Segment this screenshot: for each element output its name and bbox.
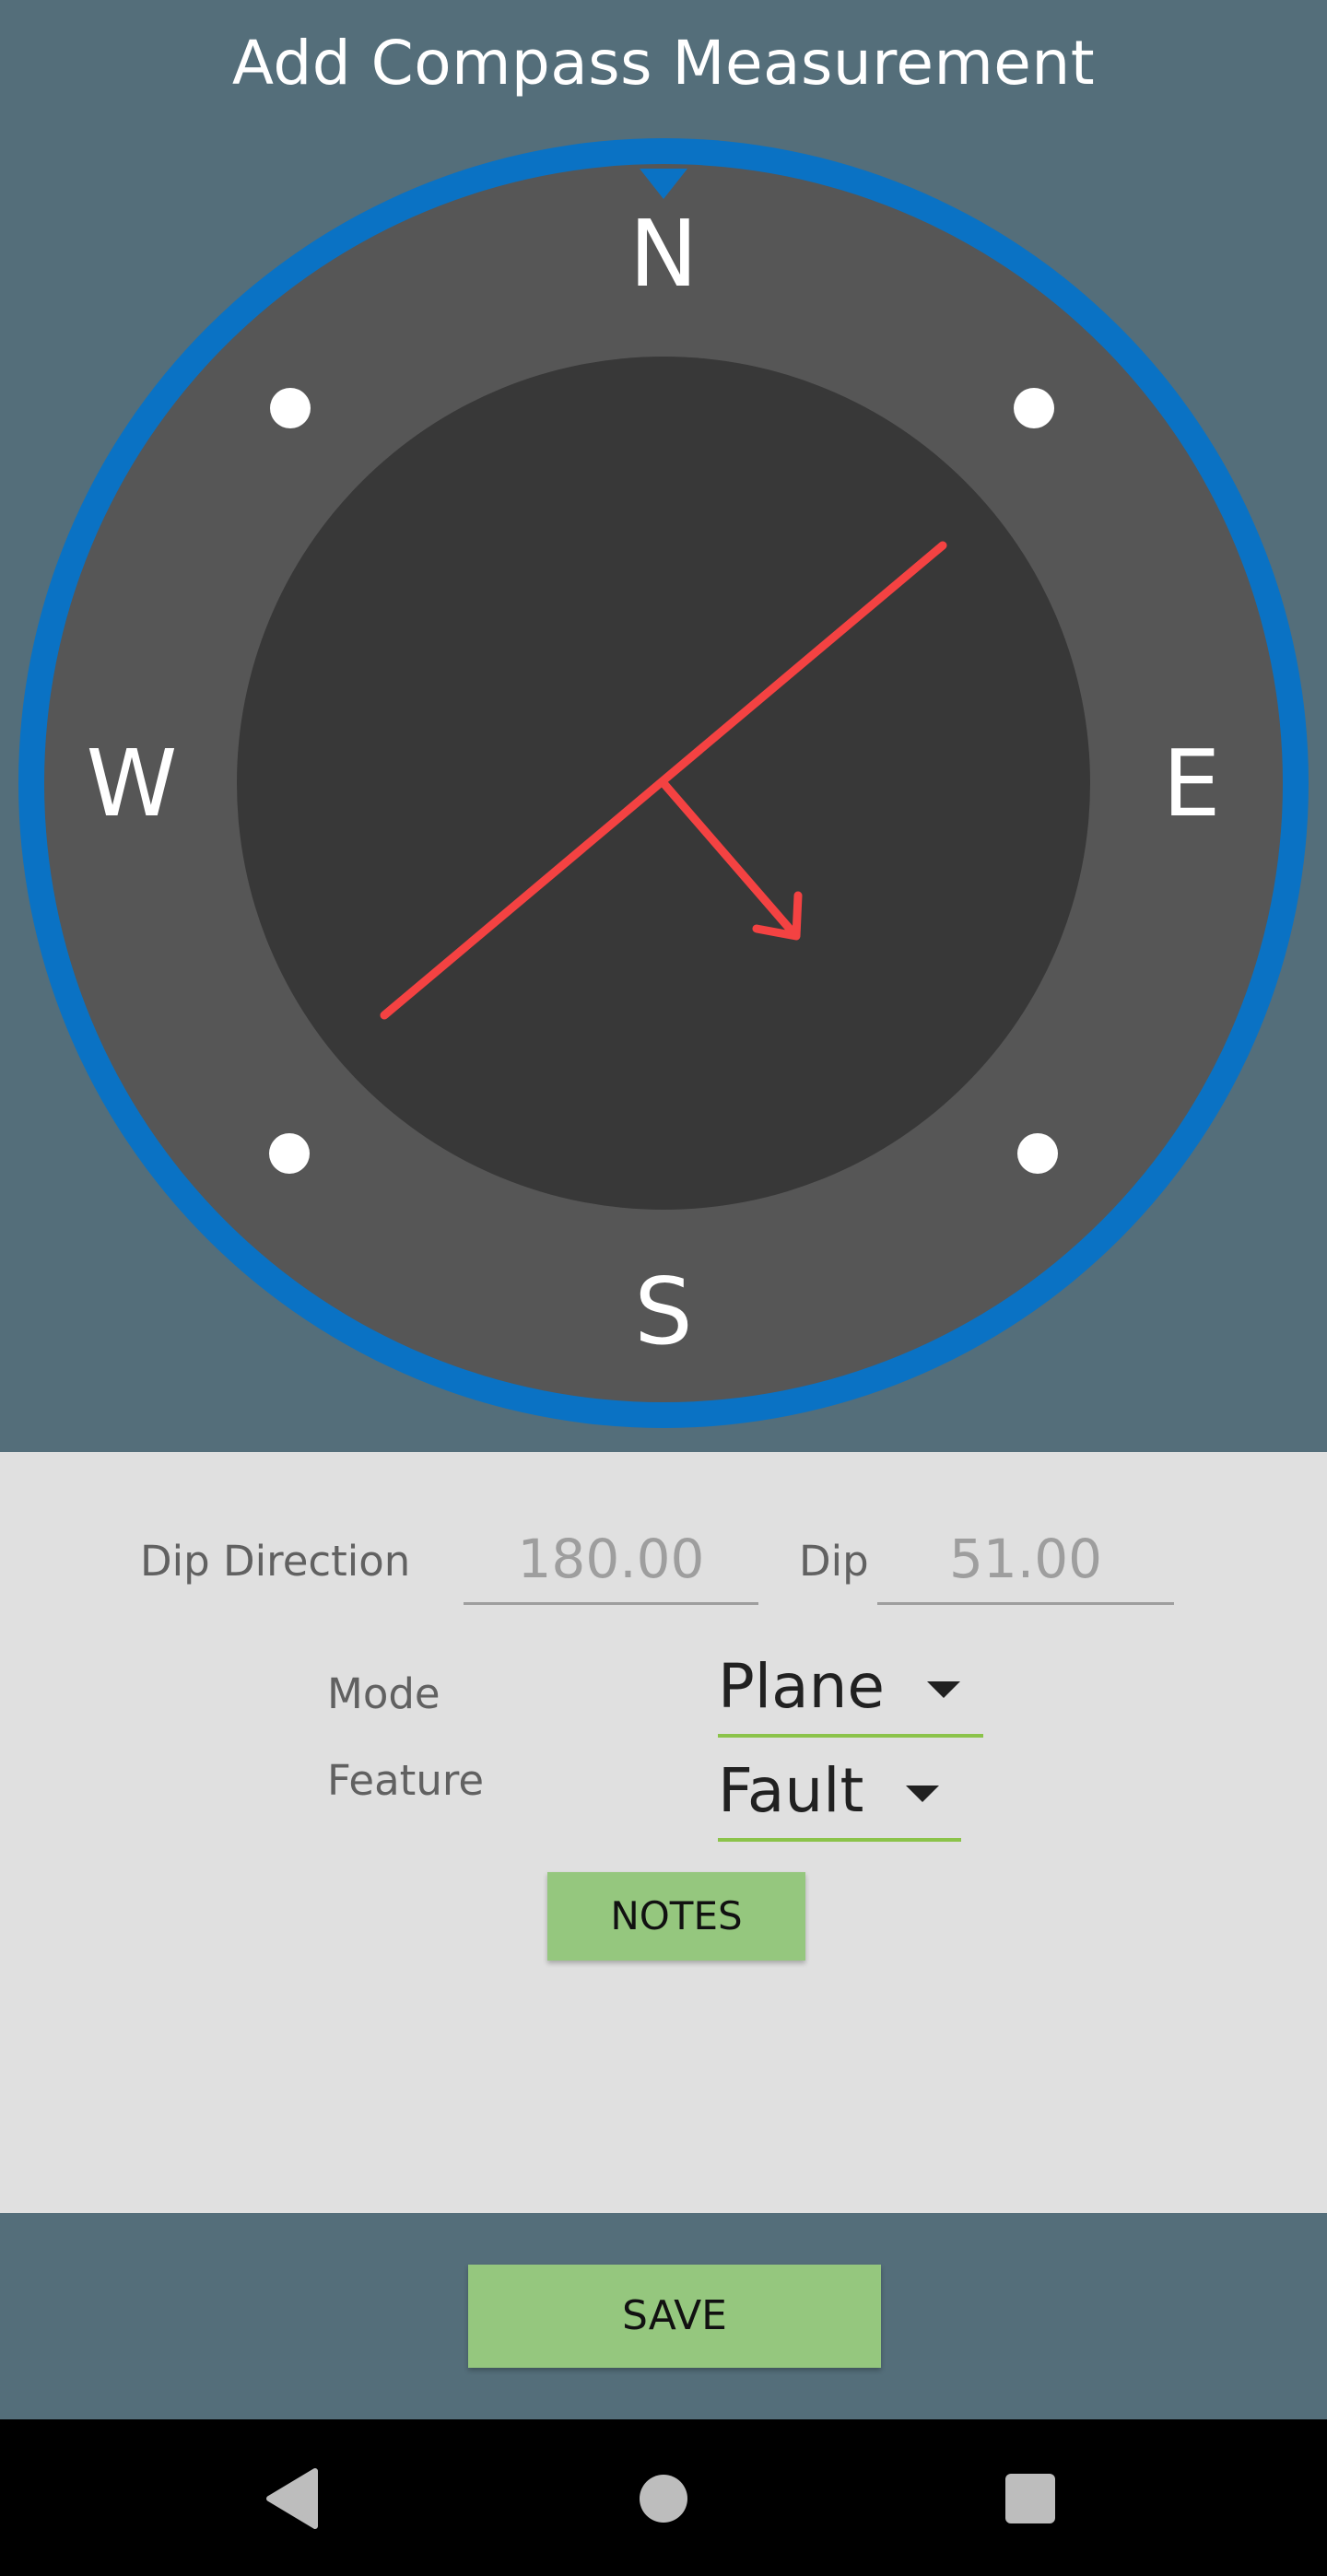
save-button[interactable]: SAVE [468,2265,881,2368]
east-label: E [1162,730,1220,837]
feature-dropdown[interactable]: Fault [718,1750,961,1842]
recents-square-icon[interactable] [993,2462,1067,2535]
dropdown-arrow-icon [927,1681,960,1698]
system-navigation-bar [0,2419,1327,2576]
dropdown-arrow-icon [906,1786,939,1802]
compass-area: N E S W Add Compass Measurement [0,0,1327,1452]
dip-direction-label: Dip Direction [140,1537,411,1586]
feature-selected-value: Fault [718,1755,864,1826]
south-label: S [634,1258,692,1365]
marker-dot-nw [270,388,311,428]
marker-dot-sw [269,1133,310,1174]
dip-label: Dip [799,1537,869,1586]
feature-label: Feature [327,1756,485,1805]
dip-input[interactable]: 51.00 [877,1522,1174,1605]
compass-dial[interactable]: N E S W [0,0,1327,1452]
save-bar: SAVE [0,2213,1327,2419]
north-label: N [629,200,699,308]
mode-dropdown[interactable]: Plane [718,1645,983,1738]
marker-dot-se [1017,1133,1058,1174]
home-circle-icon[interactable] [627,2462,700,2535]
marker-dot-ne [1014,388,1054,428]
notes-button[interactable]: NOTES [547,1872,805,1961]
back-triangle-icon[interactable] [258,2462,332,2535]
west-label: W [87,730,178,837]
dip-direction-input[interactable]: 180.00 [464,1522,758,1605]
page-title: Add Compass Measurement [231,28,1096,99]
mode-selected-value: Plane [718,1651,886,1722]
measurement-form: Dip Direction 180.00 Dip 51.00 Mode Plan… [0,1452,1327,2213]
mode-label: Mode [327,1669,440,1718]
